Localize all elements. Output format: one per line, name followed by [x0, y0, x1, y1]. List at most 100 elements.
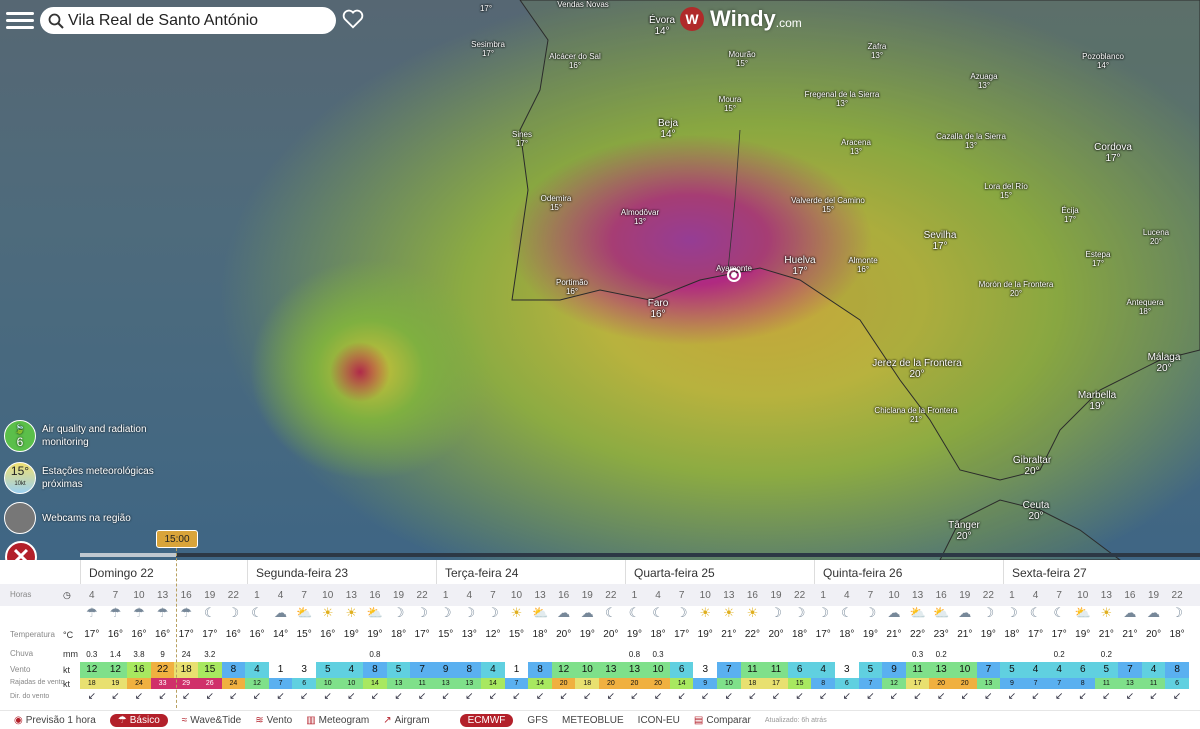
city-temp: 20° — [1149, 237, 1163, 246]
forecast-1h-toggle[interactable]: ◉ Previsão 1 hora — [14, 715, 96, 726]
dir-cell: ↙ — [653, 691, 663, 702]
model-meteoblue[interactable]: METEOBLUE — [562, 715, 624, 726]
city-label[interactable]: Pozoblanco 14° — [1082, 52, 1124, 70]
city-label[interactable]: Gibraltar 20° — [1013, 455, 1051, 477]
city-label[interactable]: Beja 14° — [658, 118, 678, 140]
weather-map[interactable]: Évora 14° Sesimbra 17° Alcácer do Sal 16° Mour… — [0, 0, 1200, 560]
city-label[interactable]: Tânger 20° — [948, 520, 980, 542]
city-label[interactable]: Vendas Novas — [557, 0, 609, 9]
temps-cell: 20° — [603, 629, 619, 640]
gust-cell: 20 — [622, 678, 647, 689]
city-label[interactable]: Marbella 19° — [1078, 390, 1116, 412]
cloud-rain-icon: ☂ — [133, 605, 145, 620]
city-label[interactable]: Jerez de la Frontera 20° — [872, 358, 962, 380]
city-label[interactable]: Huelva 17° — [784, 255, 815, 277]
tab-airgram[interactable]: ↗ Airgram — [383, 715, 429, 726]
model-ecmwf[interactable]: ECMWF — [459, 713, 514, 727]
city-label[interactable]: Antequera 18° — [1127, 298, 1164, 316]
timeline-bar[interactable] — [80, 553, 1200, 557]
dir-cell: ↙ — [936, 691, 946, 702]
city-label[interactable]: Azuaga 13° — [970, 72, 997, 90]
search-bar[interactable] — [40, 7, 336, 34]
compare-button[interactable]: ▤ Comparar — [694, 715, 751, 726]
city-name: Cazalla de la Sierra — [936, 132, 1006, 141]
temps-cell: 18° — [650, 629, 666, 640]
city-label[interactable]: Almonte 16° — [848, 256, 877, 274]
meteoblue-label: METEOBLUE — [561, 714, 624, 726]
rain-cell: 0.2 — [935, 650, 947, 659]
hours-cell: 4 — [1032, 590, 1039, 601]
webcams-label: Webcams na região — [42, 512, 131, 524]
city-label[interactable]: Aracena 13° — [841, 138, 871, 156]
city-label[interactable]: Estepa 17° — [1086, 250, 1111, 268]
city-label[interactable]: Chiclana de la Frontera 21° — [874, 406, 957, 424]
stations-item[interactable]: 15° 10kt Estações meteorológicas próximas — [4, 462, 154, 494]
city-label[interactable]: Cazalla de la Sierra 13° — [936, 132, 1006, 150]
forecast-1h-label: Previsão 1 hora — [25, 714, 96, 726]
hours-cell: 16 — [1124, 590, 1136, 601]
city-label[interactable]: Sevilha 17° — [924, 230, 957, 252]
city-label[interactable]: Morón de la Frontera 20° — [979, 280, 1054, 298]
city-label[interactable]: Moura 15° — [719, 95, 742, 113]
city-label[interactable]: Évora 14° — [649, 15, 675, 37]
city-label[interactable]: Mourão 15° — [728, 50, 755, 68]
gust-cell: 7 — [858, 678, 883, 689]
day-header[interactable]: Quinta-feira 26 — [814, 560, 1003, 584]
temps-cell: 20° — [1145, 629, 1162, 640]
day-header[interactable]: Segunda-feira 23 — [247, 560, 436, 584]
city-label[interactable]: Valverde del Camino 15° — [791, 196, 865, 214]
city-label[interactable]: Ceuta 20° — [1023, 500, 1050, 522]
webcams-item[interactable]: Webcams na região — [4, 502, 131, 534]
gust-cell: 15 — [787, 678, 812, 689]
day-header[interactable]: Terça-feira 24 — [436, 560, 625, 584]
city-name: Morón de la Frontera — [978, 280, 1054, 289]
time-flag[interactable]: 15:00 — [156, 530, 198, 548]
moon-icon: ☽ — [463, 605, 476, 620]
dir-cell: ↙ — [158, 691, 167, 702]
day-header[interactable]: Domingo 22 — [80, 560, 247, 584]
gust-cell: 6 — [1165, 678, 1189, 689]
city-label[interactable]: 17° — [480, 4, 492, 13]
city-label[interactable]: Lora del Río 15° — [984, 182, 1028, 200]
city-label[interactable]: Málaga 20° — [1148, 352, 1181, 374]
menu-button[interactable] — [6, 8, 34, 34]
location-marker[interactable] — [727, 268, 741, 282]
moon-cloud-icon: ☾ — [1029, 605, 1042, 620]
search-input[interactable] — [68, 11, 318, 30]
city-label[interactable]: Almodôvar 13° — [621, 208, 659, 226]
windy-logo[interactable]: W Windy .com — [680, 6, 802, 32]
tab-basic[interactable]: ☂ Básico — [109, 713, 168, 727]
temps-cell: 19° — [697, 629, 713, 640]
model-icon-eu[interactable]: ICON-EU — [638, 715, 680, 726]
city-label[interactable]: Fregenal de la Sierra 13° — [805, 90, 880, 108]
city-label[interactable]: Faro 16° — [648, 298, 669, 320]
day-header[interactable]: Sexta-feira 27 — [1003, 560, 1200, 584]
hours-cell: 16 — [180, 590, 192, 601]
day-header[interactable]: Quarta-feira 25 — [625, 560, 814, 584]
city-label[interactable]: Sines 17° — [512, 130, 532, 148]
city-label[interactable]: Zafra 13° — [868, 42, 887, 60]
city-name: Marbella — [1077, 390, 1117, 401]
tab-wind[interactable]: ≋ Vento — [255, 715, 292, 726]
air-quality-item[interactable]: 🍃 6 Air quality and radiation monitoring — [4, 420, 147, 452]
model-gfs[interactable]: GFS — [527, 715, 548, 726]
city-name: Portimão — [555, 278, 589, 287]
tab-wave[interactable]: ≈ Wave&Tide — [182, 715, 241, 726]
city-name: Chiclana de la Frontera — [874, 406, 958, 415]
heart-icon[interactable] — [342, 8, 364, 30]
city-label[interactable]: Lucena 20° — [1143, 228, 1169, 246]
city-label[interactable]: Écija 17° — [1061, 206, 1078, 224]
temps-cell: 21° — [721, 629, 737, 640]
airgram-icon: ↗ — [383, 714, 392, 726]
city-label[interactable]: Sesimbra 17° — [471, 40, 505, 58]
gust-cell: 20 — [599, 678, 623, 689]
city-label[interactable]: Odemira 15° — [541, 194, 572, 212]
city-name: Fregenal de la Sierra — [804, 90, 880, 99]
chart-icon: ▥ — [306, 714, 316, 726]
city-name: Mourão — [728, 50, 756, 59]
city-label[interactable]: Portimão 16° — [556, 278, 588, 296]
sun-cloud-icon: ⛅ — [909, 605, 926, 620]
tab-meteogram[interactable]: ▥ Meteogram — [306, 715, 369, 726]
city-label[interactable]: Cordova 17° — [1094, 142, 1132, 164]
city-label[interactable]: Alcácer do Sal 16° — [549, 52, 601, 70]
